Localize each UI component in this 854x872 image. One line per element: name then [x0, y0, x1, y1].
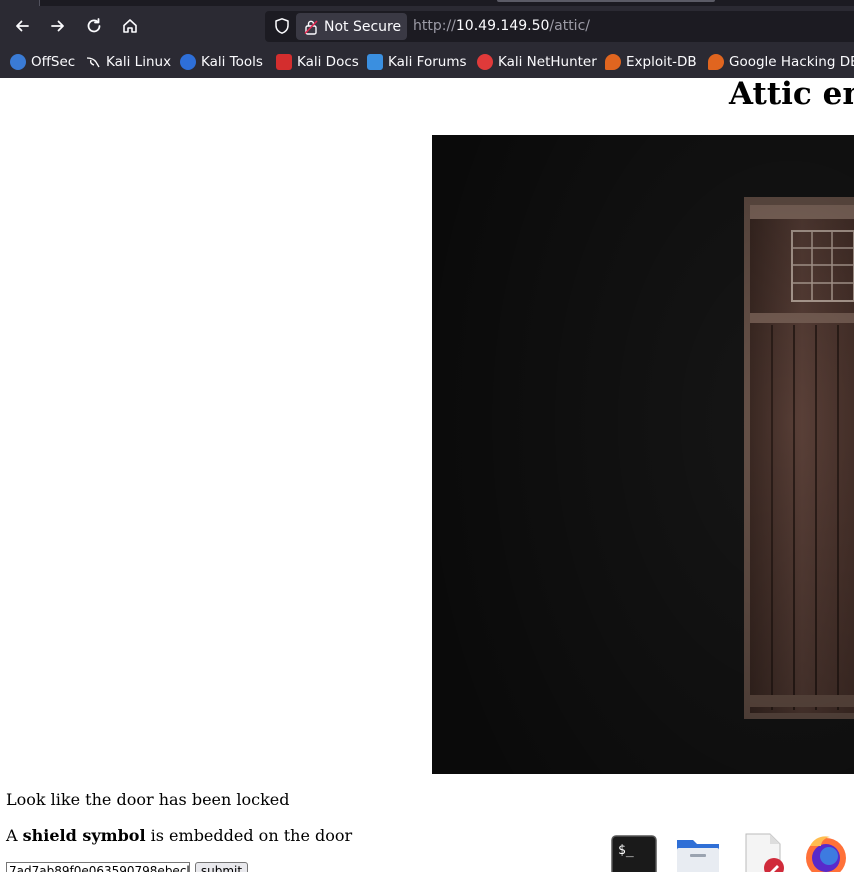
reload-button[interactable]: [80, 12, 108, 40]
door-locked-text: Look like the door has been locked: [6, 790, 290, 809]
home-button[interactable]: [116, 12, 144, 40]
url-host: 10.49.149.50: [455, 18, 550, 34]
door-image: [432, 135, 854, 774]
offsec-icon: [10, 54, 26, 70]
navigation-toolbar: Not Secure http://10.49.149.50/attic/: [0, 6, 854, 46]
shield-hint-prefix: A: [6, 826, 23, 845]
forward-button[interactable]: [44, 12, 72, 40]
bookmark-label: Kali Docs: [297, 54, 359, 70]
browser-chrome: Not Secure http://10.49.149.50/attic/ Of…: [0, 0, 854, 78]
back-button[interactable]: [8, 12, 36, 40]
home-icon: [123, 19, 137, 33]
kali-docs-icon: [276, 54, 292, 70]
kali-dragon-icon: [85, 54, 101, 70]
file-manager-icon[interactable]: [674, 832, 722, 872]
bookmark-label: Google Hacking DB: [729, 54, 854, 70]
insecure-lock-icon: [304, 19, 318, 35]
text-editor-icon[interactable]: [738, 832, 786, 872]
bookmark-label: Kali Linux: [106, 54, 172, 70]
bookmark-google-hacking-db[interactable]: Google Hacking DB: [708, 52, 854, 72]
bookmark-label: Kali Forums: [388, 54, 467, 70]
exploit-db-icon: [605, 54, 621, 70]
bookmark-label: Kali Tools: [201, 54, 263, 70]
kali-nethunter-icon: [477, 54, 493, 70]
firefox-icon[interactable]: [802, 832, 850, 872]
bookmark-kali-forums[interactable]: Kali Forums: [367, 52, 467, 72]
ghdb-icon: [708, 54, 724, 70]
bookmark-label: Kali NetHunter: [498, 54, 597, 70]
bookmark-offsec[interactable]: OffSec: [10, 52, 75, 72]
arrow-left-icon: [16, 20, 29, 32]
bookmark-kali-docs[interactable]: Kali Docs: [276, 52, 359, 72]
shield-hint-text: A shield symbol is embedded on the door: [6, 826, 352, 845]
site-security-indicator[interactable]: Not Secure: [296, 13, 407, 40]
bookmark-kali-linux[interactable]: Kali Linux: [85, 52, 171, 72]
submit-button[interactable]: submit: [195, 862, 248, 872]
kali-forums-icon: [367, 54, 383, 70]
shield-hint-suffix: is embedded on the door: [145, 826, 353, 845]
bookmark-kali-tools[interactable]: Kali Tools: [180, 52, 263, 72]
terminal-icon[interactable]: $_: [610, 832, 658, 872]
bookmarks-toolbar: OffSec Kali Linux Kali Tools Kali Docs K…: [0, 48, 854, 76]
shield-hint-bold: shield symbol: [22, 826, 146, 845]
url-text[interactable]: http://10.49.149.50/attic/: [413, 18, 590, 34]
kali-tools-icon: [180, 54, 196, 70]
svg-text:$_: $_: [618, 843, 634, 858]
page-title: Attic en: [729, 76, 854, 112]
security-label: Not Secure: [324, 18, 402, 35]
url-scheme: http://: [413, 18, 456, 34]
active-tab-indicator[interactable]: [497, 0, 715, 2]
bookmark-exploit-db[interactable]: Exploit-DB: [605, 52, 697, 72]
address-bar[interactable]: Not Secure http://10.49.149.50/attic/: [265, 11, 854, 42]
url-path: /attic/: [549, 18, 590, 34]
bookmark-label: OffSec: [31, 54, 76, 70]
reload-icon: [87, 18, 101, 33]
bookmark-label: Exploit-DB: [626, 54, 697, 70]
tracking-protection-shield-icon[interactable]: [273, 17, 291, 35]
answer-input[interactable]: 7ad7ab89f0e063590798ebecl: [6, 862, 190, 872]
arrow-right-icon: [51, 20, 64, 32]
bookmark-kali-nethunter[interactable]: Kali NetHunter: [477, 52, 597, 72]
